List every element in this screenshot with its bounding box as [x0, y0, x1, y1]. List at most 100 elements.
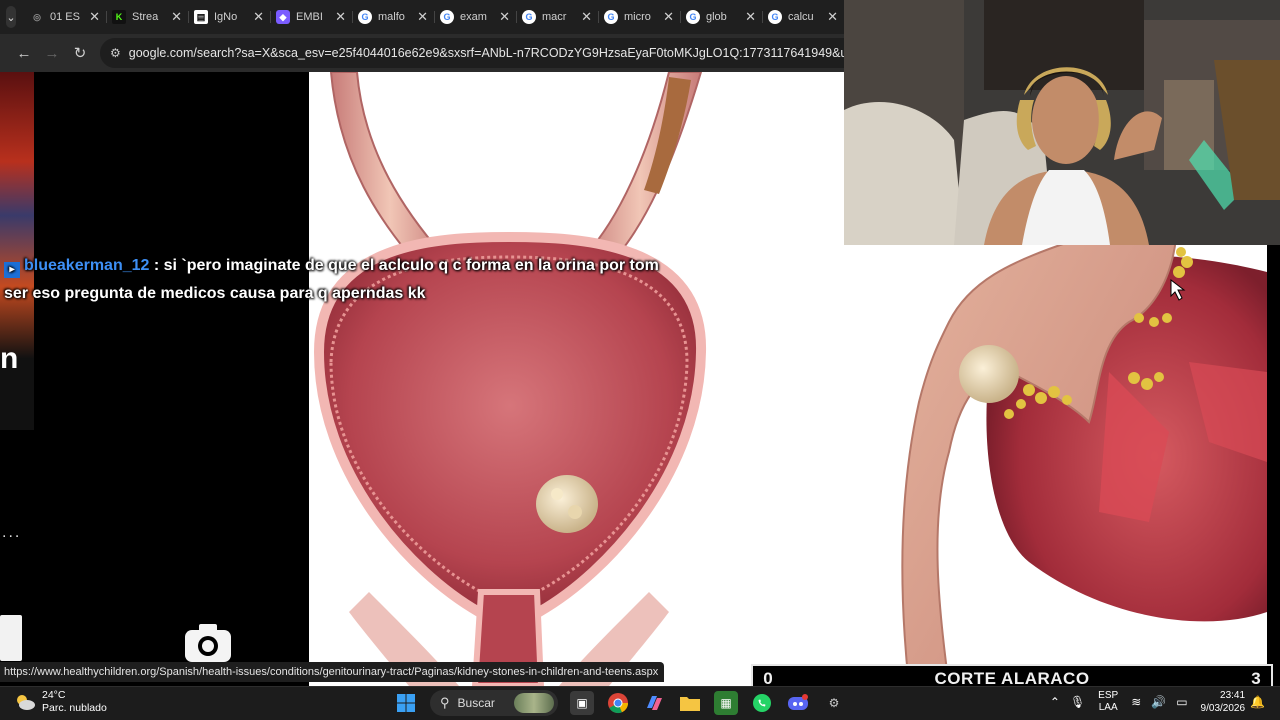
close-tab-icon[interactable]: ✕	[663, 9, 674, 25]
browser-tab[interactable]: ▤ IgNo ✕	[188, 3, 270, 31]
browser-tab[interactable]: Gcalcu ✕	[762, 3, 844, 31]
kick-icon: K	[112, 10, 126, 24]
taskbar-search[interactable]: ⚲ Buscar	[430, 690, 558, 716]
gear-icon: ⚙	[828, 696, 840, 710]
discord-icon	[788, 694, 808, 710]
back-button[interactable]: ←	[10, 39, 38, 67]
tab-title: exam	[460, 11, 487, 23]
address-bar[interactable]: ⚙ google.com/search?sa=X&sca_esv=e25f404…	[100, 38, 844, 68]
search-highlight-image	[514, 693, 554, 713]
browser-tab[interactable]: Gmicro ✕	[598, 3, 680, 31]
close-tab-icon[interactable]: ✕	[335, 9, 346, 25]
webcam-image	[844, 0, 1280, 245]
app-taskbar-button[interactable]: ⚙	[822, 691, 846, 715]
volume-icon[interactable]: 🔊	[1151, 695, 1166, 709]
partly-cloudy-icon	[17, 695, 35, 710]
arrow-left-icon: ←	[16, 44, 32, 62]
tab-title: IgNo	[214, 11, 238, 23]
screen: ⌄ ◎ 01 ES ✕ K Strea ✕ ▤ IgNo ✕ ◆ EMBI ✕ Gmalfo ✕ Gexam…	[0, 0, 1280, 720]
close-tab-icon[interactable]: ✕	[89, 9, 100, 25]
browser-tab[interactable]: Gglob ✕	[680, 3, 762, 31]
browser-tab[interactable]: K Strea ✕	[106, 3, 188, 31]
weather-condition: Parc. nublado	[42, 702, 107, 714]
show-hidden-icons-button[interactable]: ⌃	[1050, 695, 1060, 709]
reload-button[interactable]: ↻	[66, 39, 94, 67]
side-card[interactable]	[0, 615, 22, 661]
folder-icon	[680, 697, 700, 711]
navigation-bar: ← → ↻ ⚙ google.com/search?sa=X&sca_esv=e…	[0, 34, 844, 72]
more-options-icon[interactable]: ...	[2, 524, 21, 542]
store-icon: ▦	[720, 696, 732, 710]
arrow-right-icon: →	[44, 44, 60, 62]
taskbar-apps: ⚲ Buscar ▣ ▦ ⚙	[388, 690, 852, 716]
tab-title: calcu	[788, 11, 814, 23]
clock-date: 9/03/2026	[1200, 703, 1246, 714]
windows-icon	[397, 694, 415, 712]
side-thumbnail[interactable]: n	[0, 72, 34, 430]
shield-icon: ◆	[276, 10, 290, 24]
battery-icon[interactable]: ▭	[1176, 695, 1187, 709]
whatsapp-taskbar-button[interactable]	[750, 691, 774, 715]
close-tab-icon[interactable]: ✕	[253, 9, 264, 25]
close-tab-icon[interactable]: ✕	[499, 9, 510, 25]
browser-tab[interactable]: Gexam ✕	[434, 3, 516, 31]
windows-start-button[interactable]	[394, 691, 418, 715]
tab-title: glob	[706, 11, 727, 23]
file-explorer-button[interactable]	[678, 691, 702, 715]
copilot-taskbar-button[interactable]	[642, 691, 666, 715]
thumbnail-letter: n	[0, 342, 19, 375]
chrome-taskbar-button[interactable]	[606, 691, 630, 715]
language-code: ESP	[1098, 690, 1119, 701]
copilot-icon	[647, 696, 662, 710]
camera-icon[interactable]	[182, 620, 234, 664]
google-icon: G	[686, 10, 700, 24]
link-status-url: https://www.healthychildren.org/Spanish/…	[0, 662, 665, 682]
close-tab-icon[interactable]: ✕	[745, 9, 756, 25]
clock-time: 23:41	[1220, 690, 1246, 701]
tab-strip: ⌄ ◎ 01 ES ✕ K Strea ✕ ▤ IgNo ✕ ◆ EMBI ✕ Gmalfo ✕ Gexam…	[0, 0, 844, 34]
tab-title: EMBI	[296, 11, 323, 23]
forward-button[interactable]: →	[38, 39, 66, 67]
browser-tab[interactable]: ◆ EMBI ✕	[270, 3, 352, 31]
google-icon: G	[768, 10, 782, 24]
store-taskbar-button[interactable]: ▦	[714, 691, 738, 715]
input-language[interactable]: ESP LAA	[1098, 690, 1118, 714]
chat-message: ▸ blueakerman_12 : si `pero imaginate de …	[4, 252, 724, 308]
browser-tab[interactable]: Gmalfo ✕	[352, 3, 434, 31]
reload-icon: ↻	[73, 45, 87, 62]
close-tab-icon[interactable]: ✕	[171, 9, 182, 25]
webcam-feed	[844, 0, 1280, 245]
google-icon: G	[440, 10, 454, 24]
google-icon: G	[604, 10, 618, 24]
chat-line-1: ▸ blueakerman_12 : si `pero imaginate de …	[4, 252, 724, 280]
search-icon: ⚲	[440, 695, 450, 710]
microphone-icon[interactable]: 🎙	[1070, 695, 1085, 709]
layout-code: LAA	[1098, 702, 1118, 713]
browser-tab[interactable]: Gmacr ✕	[516, 3, 598, 31]
tab-search-button[interactable]: ⌄	[6, 6, 16, 28]
browser-tab[interactable]: ◎ 01 ES ✕	[24, 3, 106, 31]
globe-icon: ◎	[33, 11, 41, 22]
discord-taskbar-button[interactable]	[786, 691, 810, 715]
notification-bell-icon[interactable]: 🔔	[1250, 695, 1265, 709]
wifi-icon[interactable]: ≋	[1131, 695, 1141, 709]
taskbar-search-label: Buscar	[457, 696, 495, 710]
taskbar: 24°C Parc. nublado ⚲ Buscar ▣ ▦ ⚙ ⌃ 🎙 ES…	[0, 686, 1280, 720]
tab-title: malfo	[378, 11, 405, 23]
close-tab-icon[interactable]: ✕	[581, 9, 592, 25]
tab-title: micro	[624, 11, 651, 23]
weather-widget[interactable]: 24°C Parc. nublado	[14, 689, 107, 715]
system-tray: ⌃ 🎙 ESP LAA ≋ 🔊 ▭ 23:41 9/03/2026 🔔	[1045, 689, 1270, 715]
chat-text-2: ser eso pregunta de medicos causa para q…	[4, 285, 426, 302]
chat-text-1: si `pero imaginate de que el aclculo q c…	[163, 257, 659, 274]
notion-icon: ▤	[194, 10, 208, 24]
chrome-icon	[608, 693, 629, 714]
whatsapp-icon	[753, 694, 771, 712]
clock[interactable]: 23:41 9/03/2026	[1201, 689, 1246, 715]
task-view-button[interactable]: ▣	[570, 691, 594, 715]
chat-username: blueakerman_12	[24, 257, 150, 274]
weather-temperature: 24°C	[42, 689, 66, 701]
close-tab-icon[interactable]: ✕	[827, 9, 838, 25]
close-tab-icon[interactable]: ✕	[417, 9, 428, 25]
site-info-icon[interactable]: ⚙	[110, 46, 121, 60]
